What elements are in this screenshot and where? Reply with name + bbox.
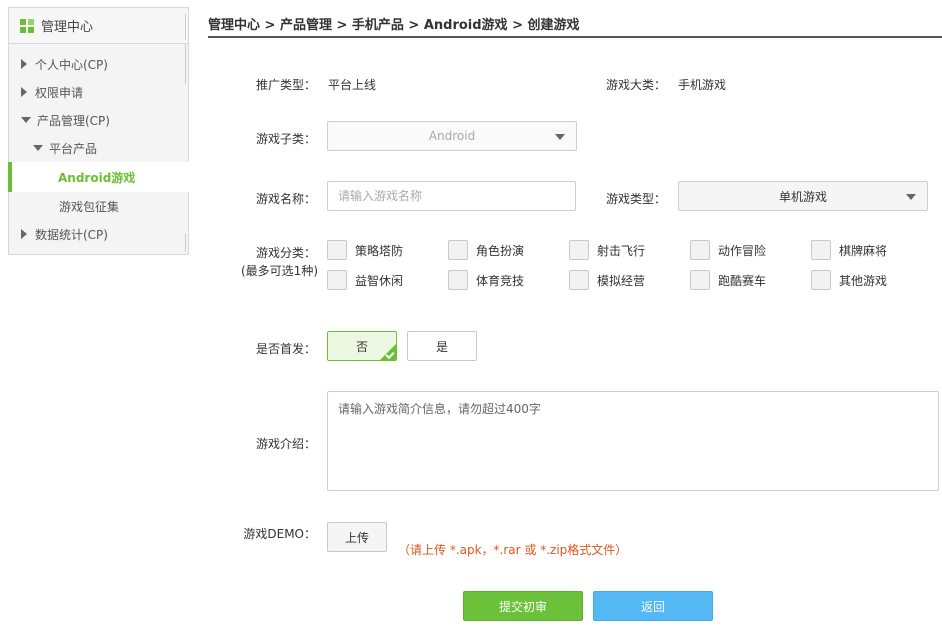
checkbox-label: 角色扮演 [476, 243, 525, 258]
checkbox-label: 益智休闲 [355, 273, 404, 288]
classify-option-sports[interactable]: 体育竞技 [448, 270, 524, 290]
game-name-label: 游戏名称： [255, 192, 316, 206]
classify-option-other[interactable]: 其他游戏 [811, 270, 887, 290]
promo-type-value: 平台上线 [328, 78, 377, 92]
upload-hint: （请上传 *.apk，*.rar 或 *.zip格式文件） [398, 543, 628, 557]
checkbox[interactable] [448, 240, 468, 260]
game-demo-label: 游戏DEMO： [243, 527, 316, 541]
sidebar: 管理中心 个人中心(CP) 权限申请 产品管理(CP) 平台产品 Android… [8, 7, 189, 255]
sub-type-selected-value: Android [428, 129, 476, 143]
checkbox-label: 其他游戏 [839, 273, 888, 288]
breadcrumb: 管理中心 > 产品管理 > 手机产品 > Android游戏 > 创建游戏 [208, 14, 942, 38]
sidebar-item-game-package-collection[interactable]: 游戏包征集 [9, 192, 188, 220]
first-release-label: 是否首发： [255, 342, 316, 356]
triangle-right-icon [21, 87, 27, 97]
checkbox[interactable] [690, 240, 710, 260]
game-classify-label: 游戏分类： [255, 246, 316, 260]
checkbox-label: 体育竞技 [476, 273, 525, 288]
triangle-down-icon [33, 145, 43, 151]
checkbox-label: 棋牌麻将 [839, 243, 888, 258]
classify-option-chess-cards[interactable]: 棋牌麻将 [811, 240, 887, 260]
classify-option-strategy[interactable]: 策略塔防 [327, 240, 403, 260]
sidebar-item-label: Android游戏 [58, 170, 136, 185]
game-category-value: 手机游戏 [678, 78, 727, 92]
sub-type-select[interactable]: Android [327, 121, 577, 151]
sidebar-scrollbar[interactable] [185, 44, 186, 84]
checkbox-label: 跑酷赛车 [718, 273, 767, 288]
classify-option-shooting[interactable]: 射击飞行 [569, 240, 645, 260]
sidebar-item-label: 数据统计(CP) [35, 227, 108, 242]
toggle-label: 是 [435, 339, 448, 354]
game-type-label: 游戏类型： [605, 192, 666, 206]
triangle-down-icon [21, 117, 31, 123]
sidebar-item-permission-apply[interactable]: 权限申请 [9, 78, 188, 106]
triangle-right-icon [21, 229, 27, 239]
first-release-no-button[interactable]: 否 [327, 331, 397, 361]
back-button[interactable]: 返回 [593, 591, 713, 621]
toggle-label: 否 [355, 339, 368, 354]
game-intro-textarea[interactable] [327, 391, 939, 491]
first-release-yes-button[interactable]: 是 [407, 331, 477, 361]
classify-option-puzzle[interactable]: 益智休闲 [327, 270, 403, 290]
sidebar-header[interactable]: 管理中心 [8, 7, 189, 44]
checkbox[interactable] [690, 270, 710, 290]
checkbox-label: 模拟经营 [597, 273, 646, 288]
triangle-right-icon [21, 59, 27, 69]
classify-option-simulation[interactable]: 模拟经营 [569, 270, 645, 290]
checkbox-label: 动作冒险 [718, 243, 767, 258]
sidebar-item-android-games[interactable]: Android游戏 [8, 162, 189, 192]
sidebar-item-label: 游戏包征集 [59, 199, 120, 214]
sidebar-item-label: 个人中心(CP) [35, 57, 108, 72]
chevron-down-icon [555, 134, 565, 140]
sidebar-item-label: 产品管理(CP) [37, 113, 110, 128]
sidebar-item-personal-center[interactable]: 个人中心(CP) [9, 50, 188, 78]
checkbox-label: 策略塔防 [355, 243, 404, 258]
checkbox[interactable] [327, 270, 347, 290]
sidebar-item-platform-products[interactable]: 平台产品 [9, 134, 188, 162]
classify-option-rpg[interactable]: 角色扮演 [448, 240, 524, 260]
promo-type-label: 推广类型： [255, 78, 316, 92]
checkbox[interactable] [448, 270, 468, 290]
sidebar-scrollbar[interactable] [185, 14, 186, 40]
sidebar-title: 管理中心 [41, 20, 94, 35]
grid-icon [20, 18, 34, 33]
checkbox-label: 射击飞行 [597, 243, 646, 258]
checkbox[interactable] [569, 270, 589, 290]
checkbox[interactable] [327, 240, 347, 260]
checkbox[interactable] [569, 240, 589, 260]
sidebar-menu: 个人中心(CP) 权限申请 产品管理(CP) 平台产品 Android游戏 游戏… [8, 44, 189, 255]
checkbox[interactable] [811, 240, 831, 260]
game-category-label: 游戏大类： [605, 78, 666, 92]
checkbox[interactable] [811, 270, 831, 290]
sidebar-item-product-management[interactable]: 产品管理(CP) [9, 106, 188, 134]
game-classify-note: (最多可选1种) [241, 264, 318, 278]
classify-option-racing[interactable]: 跑酷赛车 [690, 270, 766, 290]
upload-button[interactable]: 上传 [327, 522, 387, 552]
submit-review-button[interactable]: 提交初审 [463, 591, 583, 621]
game-type-select[interactable]: 单机游戏 [678, 181, 928, 211]
classify-option-action[interactable]: 动作冒险 [690, 240, 766, 260]
game-intro-label: 游戏介绍： [255, 437, 316, 451]
game-type-selected-value: 单机游戏 [778, 189, 827, 204]
sub-type-label: 游戏子类： [255, 132, 316, 146]
sidebar-scrollbar[interactable] [185, 234, 186, 252]
game-name-input[interactable] [327, 181, 576, 211]
sidebar-item-label: 平台产品 [49, 141, 98, 156]
sidebar-item-label: 权限申请 [35, 85, 84, 100]
chevron-down-icon [906, 194, 916, 200]
sidebar-item-data-statistics[interactable]: 数据统计(CP) [9, 220, 188, 248]
